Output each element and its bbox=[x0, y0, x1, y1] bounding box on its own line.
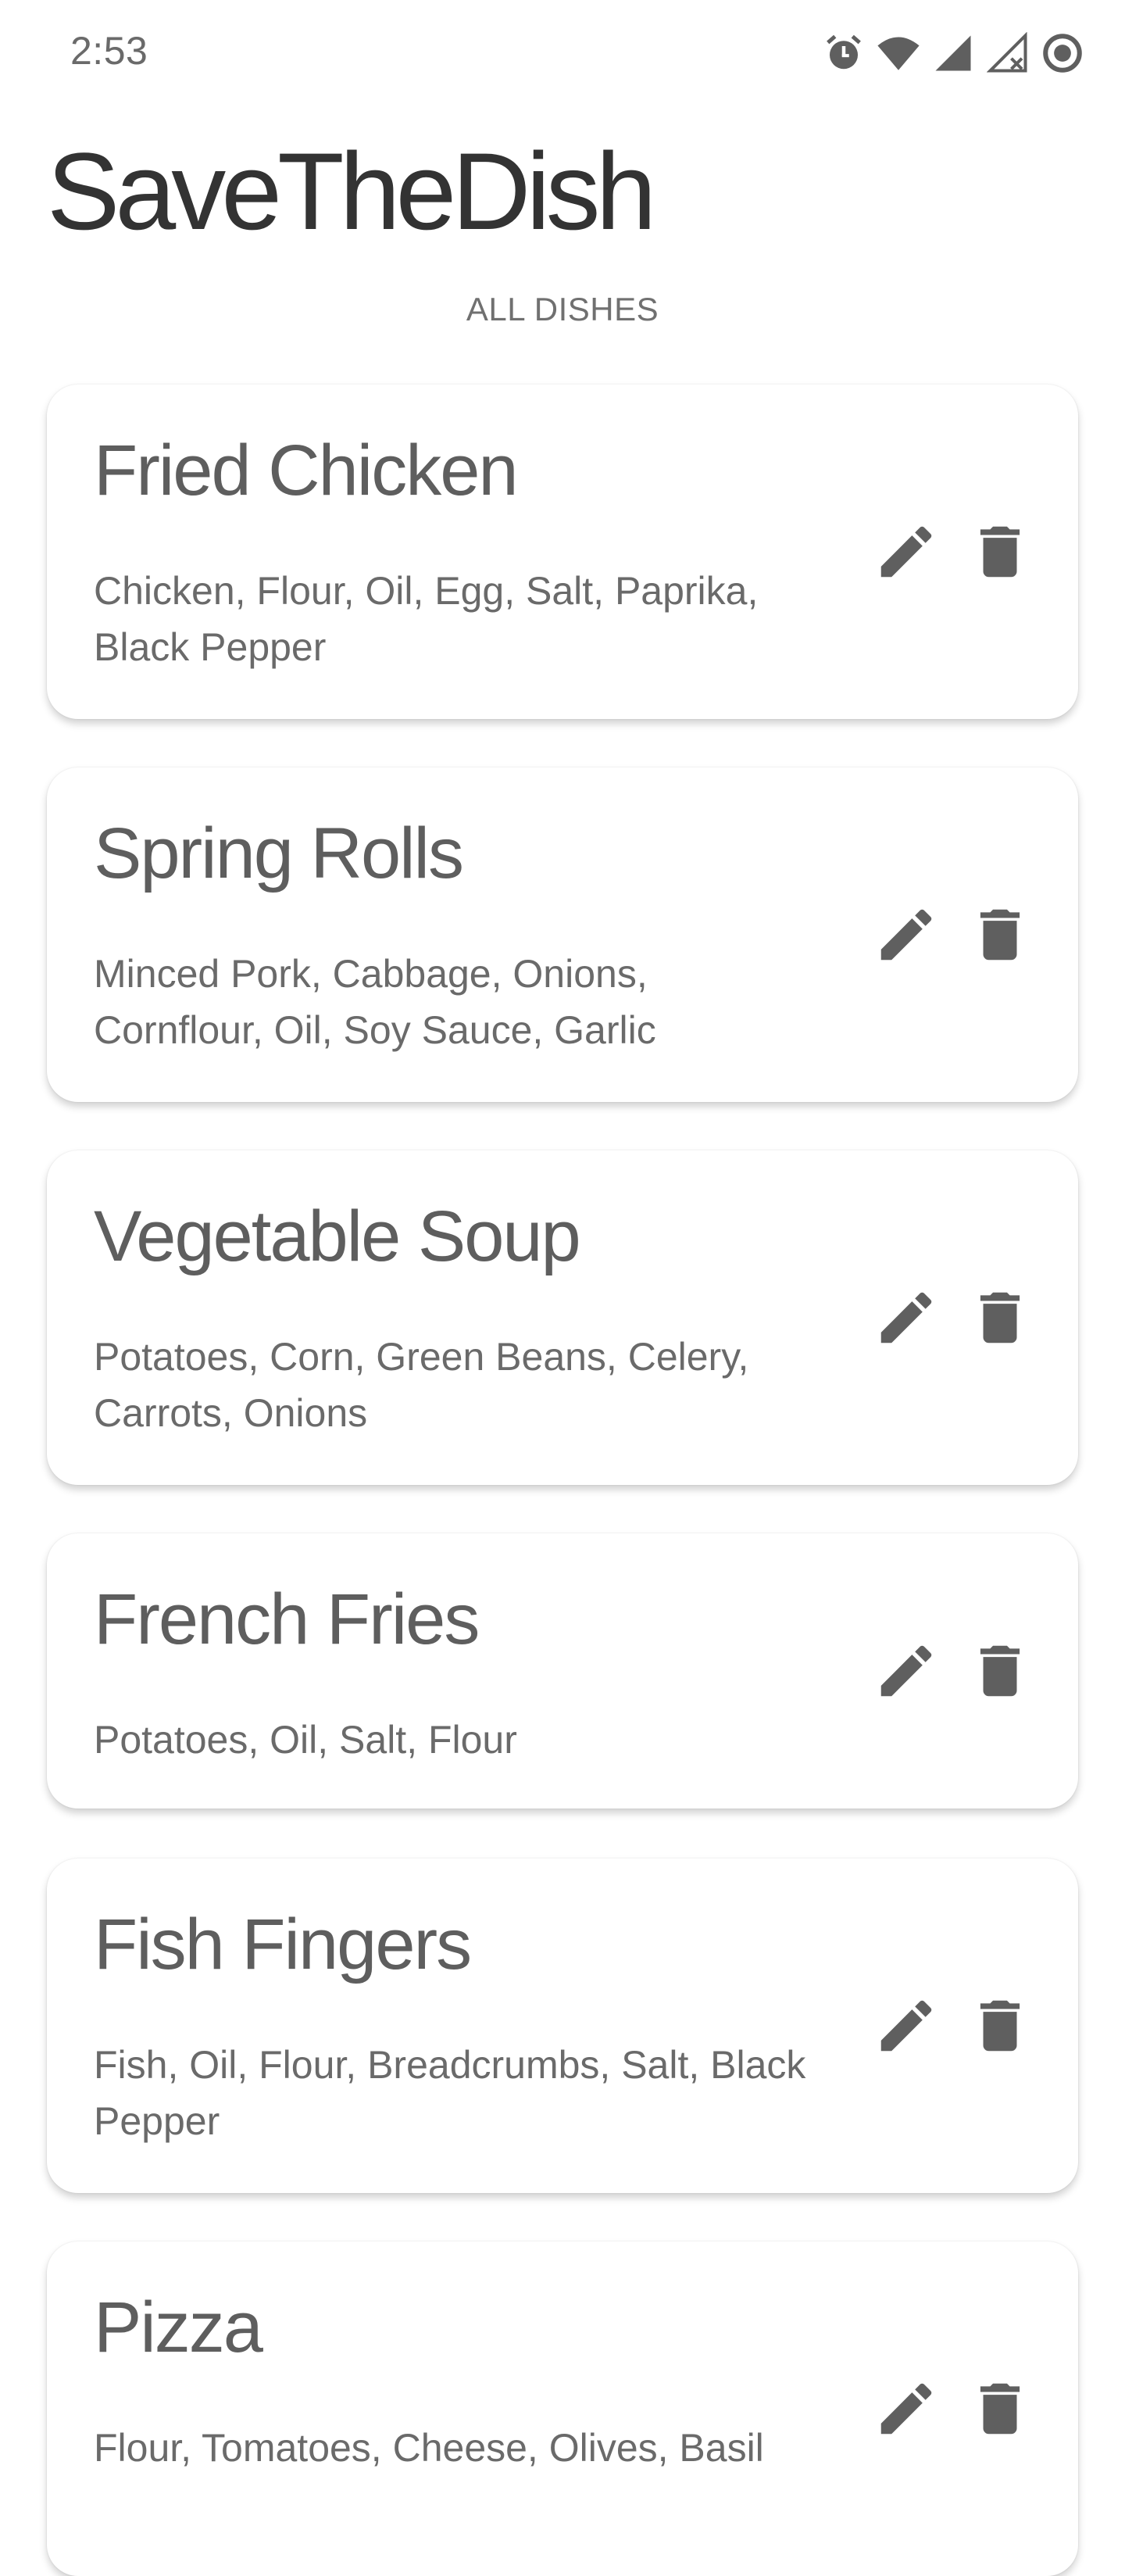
trash-icon bbox=[980, 1292, 1020, 1343]
trash-icon bbox=[980, 909, 1020, 961]
dish-name: Fish Fingers bbox=[94, 1905, 472, 1984]
dish-ingredients: Minced Pork, Cabbage, Onions, Cornflour,… bbox=[94, 952, 656, 1052]
trash-icon bbox=[980, 526, 1020, 578]
sync-icon bbox=[1039, 30, 1086, 77]
delete-button[interactable] bbox=[961, 1279, 1039, 1357]
dish-ingredients: Flour, Tomatoes, Cheese, Olives, Basil bbox=[94, 2426, 764, 2470]
trash-icon bbox=[980, 2383, 1020, 2435]
delete-button[interactable] bbox=[961, 896, 1039, 974]
cell-signal-no-data-icon bbox=[984, 30, 1031, 77]
app-title: SaveTheDish bbox=[47, 130, 656, 252]
dish-card[interactable]: Fish Fingers Fish, Oil, Flour, Breadcrum… bbox=[47, 1859, 1078, 2193]
delete-button[interactable] bbox=[961, 1987, 1039, 2065]
edit-button[interactable] bbox=[867, 1632, 945, 1710]
dish-ingredients: Potatoes, Oil, Salt, Flour bbox=[94, 1718, 517, 1762]
dish-ingredients: Chicken, Flour, Oil, Egg, Salt, Paprika,… bbox=[94, 569, 759, 669]
trash-icon bbox=[980, 2000, 1020, 2052]
dish-name: French Fries bbox=[94, 1580, 480, 1659]
dish-ingredients: Fish, Oil, Flour, Breadcrumbs, Salt, Bla… bbox=[94, 2043, 806, 2143]
pencil-icon bbox=[880, 526, 932, 578]
edit-button[interactable] bbox=[867, 1987, 945, 2065]
pencil-icon bbox=[880, 2383, 932, 2435]
status-time: 2:53 bbox=[70, 29, 148, 73]
cell-signal-icon bbox=[930, 30, 977, 77]
status-icons bbox=[820, 28, 1086, 78]
wifi-icon bbox=[875, 30, 922, 77]
dish-card[interactable]: Fried Chicken Chicken, Flour, Oil, Egg, … bbox=[47, 385, 1078, 719]
dish-name: Pizza bbox=[94, 2288, 263, 2367]
delete-button[interactable] bbox=[961, 2370, 1039, 2448]
dish-card[interactable]: Vegetable Soup Potatoes, Corn, Green Bea… bbox=[47, 1150, 1078, 1485]
section-label: ALL DISHES bbox=[466, 291, 659, 327]
pencil-icon bbox=[880, 2000, 932, 2052]
dish-card[interactable]: Pizza Flour, Tomatoes, Cheese, Olives, B… bbox=[47, 2241, 1078, 2576]
pencil-icon bbox=[880, 909, 932, 961]
status-bar: 2:53 bbox=[0, 0, 1125, 109]
edit-button[interactable] bbox=[867, 2370, 945, 2448]
pencil-icon bbox=[880, 1292, 932, 1343]
dish-name: Vegetable Soup bbox=[94, 1197, 581, 1276]
trash-icon bbox=[980, 1645, 1020, 1697]
delete-button[interactable] bbox=[961, 513, 1039, 591]
edit-button[interactable] bbox=[867, 513, 945, 591]
dish-card[interactable]: Spring Rolls Minced Pork, Cabbage, Onion… bbox=[47, 767, 1078, 1102]
pencil-icon bbox=[880, 1645, 932, 1697]
edit-button[interactable] bbox=[867, 896, 945, 974]
dish-ingredients: Potatoes, Corn, Green Beans, Celery, Car… bbox=[94, 1335, 749, 1435]
edit-button[interactable] bbox=[867, 1279, 945, 1357]
alarm-icon bbox=[820, 30, 867, 77]
dish-name: Spring Rolls bbox=[94, 814, 464, 893]
delete-button[interactable] bbox=[961, 1632, 1039, 1710]
dish-name: Fried Chicken bbox=[94, 431, 519, 510]
dish-card[interactable]: French Fries Potatoes, Oil, Salt, Flour bbox=[47, 1533, 1078, 1809]
